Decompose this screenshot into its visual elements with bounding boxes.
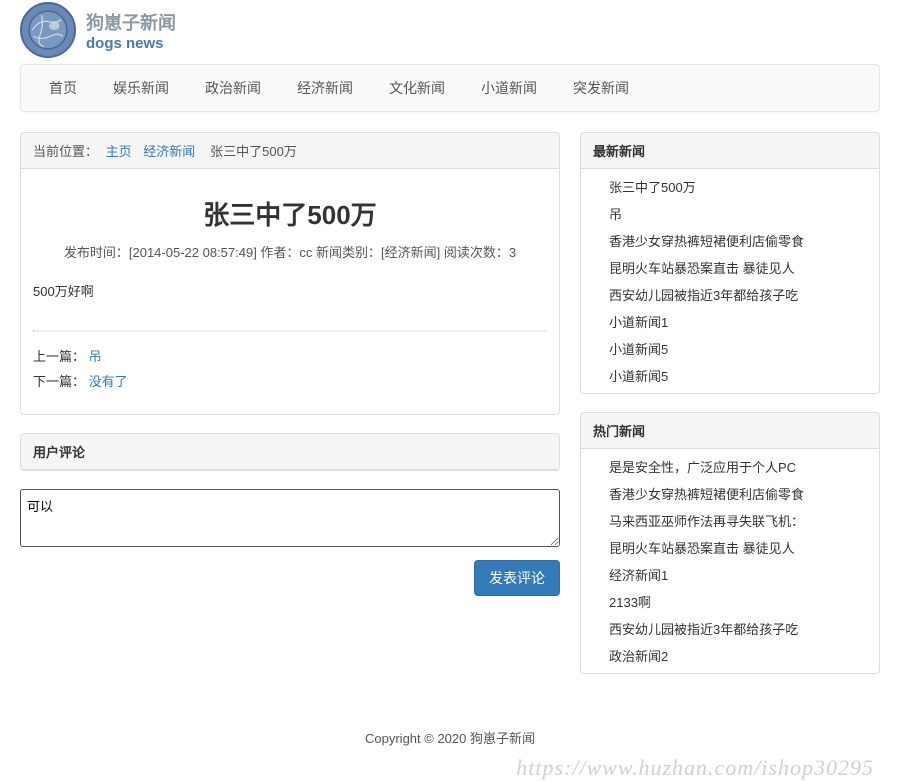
list-item[interactable]: 香港少女穿热裤短裙便利店偷零食 (609, 487, 804, 502)
article-meta: 发布时间：[2014-05-22 08:57:49] 作者：cc 新闻类别：[经… (33, 242, 547, 277)
nav-item-breaking[interactable]: 突发新闻 (555, 65, 647, 111)
list-item[interactable]: 经济新闻1 (609, 568, 668, 583)
main-nav: 首页 娱乐新闻 政治新闻 经济新闻 文化新闻 小道新闻 突发新闻 (20, 64, 880, 112)
nav-item-culture[interactable]: 文化新闻 (371, 65, 463, 111)
nav-item-entertainment[interactable]: 娱乐新闻 (95, 65, 187, 111)
nav-item-politics[interactable]: 政治新闻 (187, 65, 279, 111)
list-item[interactable]: 小道新闻5 (609, 369, 668, 384)
breadcrumb-label: 当前位置： (33, 144, 98, 159)
list-item[interactable]: 小道新闻5 (609, 342, 668, 357)
list-item[interactable]: 是是安全性，广泛应用于个人PC (609, 460, 796, 475)
article-body: 500万好啊 (33, 277, 547, 330)
comments-heading-panel: 用户评论 (20, 433, 560, 471)
nav-item-economy[interactable]: 经济新闻 (279, 65, 371, 111)
list-item[interactable]: 小道新闻1 (609, 315, 668, 330)
site-logo (20, 2, 76, 58)
footer-copyright: Copyright © 2020 狗崽子新闻 (20, 692, 880, 755)
list-item[interactable]: 2133啊 (609, 595, 651, 610)
hot-news-heading: 热门新闻 (581, 413, 879, 449)
latest-news-list: 张三中了500万 吊 香港少女穿热裤短裙便利店偷零食 昆明火车站暴恐案直击 暴徒… (581, 169, 879, 393)
hot-news-panel: 热门新闻 是是安全性，广泛应用于个人PC 香港少女穿热裤短裙便利店偷零食 马来西… (580, 412, 880, 674)
comment-input[interactable] (20, 489, 560, 547)
breadcrumb-current: 张三中了500万 (210, 144, 297, 159)
list-item[interactable]: 香港少女穿热裤短裙便利店偷零食 (609, 234, 804, 249)
list-item[interactable]: 西安幼儿园被指近3年都给孩子吃 (609, 288, 798, 303)
breadcrumb-home[interactable]: 主页 (106, 144, 132, 159)
site-header: 狗崽子新闻 dogs news (20, 0, 880, 64)
list-item[interactable]: 西安幼儿园被指近3年都给孩子吃 (609, 622, 798, 637)
next-label: 下一篇： (33, 374, 85, 389)
comment-form: 发表评论 (20, 489, 560, 596)
site-title-block: 狗崽子新闻 dogs news (86, 9, 176, 52)
latest-news-panel: 最新新闻 张三中了500万 吊 香港少女穿热裤短裙便利店偷零食 昆明火车站暴恐案… (580, 132, 880, 394)
comments-heading: 用户评论 (21, 434, 559, 470)
article-nav: 上一篇： 吊 下一篇： 没有了 (33, 332, 547, 402)
submit-comment-button[interactable]: 发表评论 (474, 560, 560, 596)
watermark: https://www.huzhan.com/ishop30295 (0, 755, 900, 781)
list-item[interactable]: 政治新闻2 (609, 649, 668, 664)
article-title: 张三中了500万 (33, 181, 547, 242)
list-item[interactable]: 吊 (609, 207, 622, 222)
article-panel: 当前位置： 主页 经济新闻 张三中了500万 张三中了500万 发布时间：[20… (20, 132, 560, 415)
prev-label: 上一篇： (33, 349, 85, 364)
nav-item-home[interactable]: 首页 (31, 65, 95, 111)
latest-news-heading: 最新新闻 (581, 133, 879, 169)
list-item[interactable]: 昆明火车站暴恐案直击 暴徒见人 (609, 261, 795, 276)
breadcrumb-category[interactable]: 经济新闻 (143, 144, 195, 159)
list-item[interactable]: 张三中了500万 (609, 180, 696, 195)
breadcrumb: 当前位置： 主页 经济新闻 张三中了500万 (21, 133, 559, 169)
next-link[interactable]: 没有了 (89, 374, 128, 389)
list-item[interactable]: 昆明火车站暴恐案直击 暴徒见人 (609, 541, 795, 556)
site-title-cn: 狗崽子新闻 (86, 9, 176, 35)
site-title-en: dogs news (86, 35, 176, 52)
list-item[interactable]: 马来西亚巫师作法再寻失联飞机： (609, 514, 804, 529)
hot-news-list: 是是安全性，广泛应用于个人PC 香港少女穿热裤短裙便利店偷零食 马来西亚巫师作法… (581, 449, 879, 673)
nav-item-gossip[interactable]: 小道新闻 (463, 65, 555, 111)
prev-link[interactable]: 吊 (89, 349, 102, 364)
